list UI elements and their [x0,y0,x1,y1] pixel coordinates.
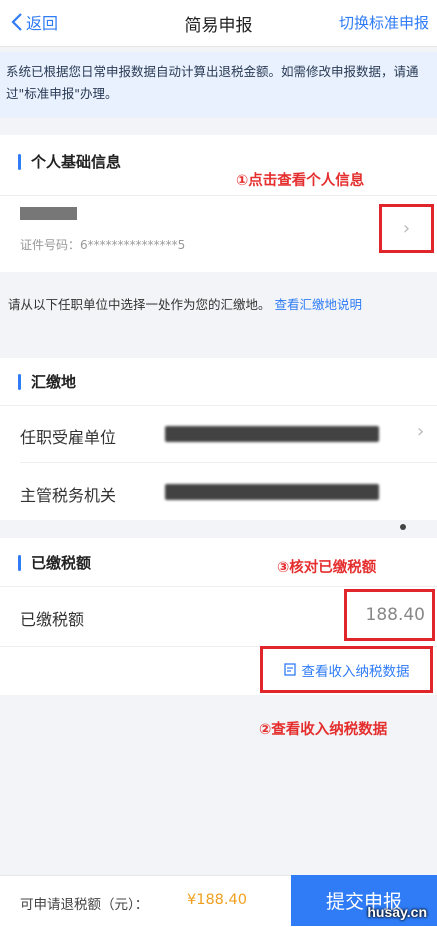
notice-text: 系统已根据您日常申报数据自动计算出退税金额。如需修改申报数据，请通过"标准申报"… [6,64,419,101]
annotation-view-personal: ①点击查看个人信息 [236,173,365,189]
id-label: 证件号码： [20,238,81,252]
employer-row[interactable]: 任职受雇单位 › [0,406,437,462]
chevron-right-icon: › [402,218,411,239]
switch-standard-button[interactable]: 切换标准申报 [339,12,429,33]
paid-tax-card: 已缴税额 ③核对已缴税额 已缴税额 188.40 查看收入纳税数据 [0,538,437,695]
edit-doc-icon [283,663,296,676]
tax-office-label: 主管税务机关 [20,486,117,505]
paid-amount: 188.40 [365,605,425,625]
chevron-right-icon: › [417,421,425,442]
tax-office-row: 主管税务机关 [0,463,437,518]
watermark: husay.cn [367,904,427,920]
nav-header: 返回 简易申报 切换标准申报 [0,0,437,47]
employer-label: 任职受雇单位 [20,428,117,447]
huijiao-hint: 请从以下任职单位中选择一处作为您的汇缴地。 查看汇缴地说明 [8,294,433,316]
notice-banner: 系统已根据您日常申报数据自动计算出退税金额。如需修改申报数据，请通过"标准申报"… [0,52,437,118]
paid-section-title: 已缴税额 [31,554,92,572]
section-marker [18,374,21,390]
employer-value-redacted [165,426,379,442]
paid-row-label: 已缴税额 [20,610,85,629]
id-value: 6***************5 [80,238,186,252]
paid-amount-box: 188.40 [344,589,435,641]
view-huijiao-link[interactable]: 查看汇缴地说明 [275,297,363,312]
name-redacted [20,207,77,220]
hint-text: 请从以下任职单位中选择一处作为您的汇缴地。 [8,297,271,312]
tax-office-value-redacted [165,484,379,500]
section-marker [18,154,21,170]
refund-amount: ¥188.40 [187,892,247,908]
annotation-check-paid: ③核对已缴税额 [277,560,377,576]
id-number: 证件号码：6***************5 [20,236,185,253]
section-marker [18,555,21,571]
annotation-view-income: ②查看收入纳税数据 [259,722,388,738]
huijiao-section-title: 汇缴地 [31,373,77,391]
view-income-button[interactable]: 查看收入纳税数据 [260,646,433,693]
refund-label: 可申请退税额（元）： [20,897,149,913]
divider [0,586,437,587]
personal-detail-button[interactable]: › [379,204,434,253]
scroll-dot [400,524,406,530]
personal-section-title: 个人基础信息 [31,153,122,171]
personal-info-card: 个人基础信息 ①点击查看个人信息 证件号码：6***************5 … [0,135,437,272]
divider [0,195,437,196]
huijiao-card: 汇缴地 任职受雇单位 › 主管税务机关 [0,358,437,520]
view-income-label: 查看收入纳税数据 [301,663,410,680]
